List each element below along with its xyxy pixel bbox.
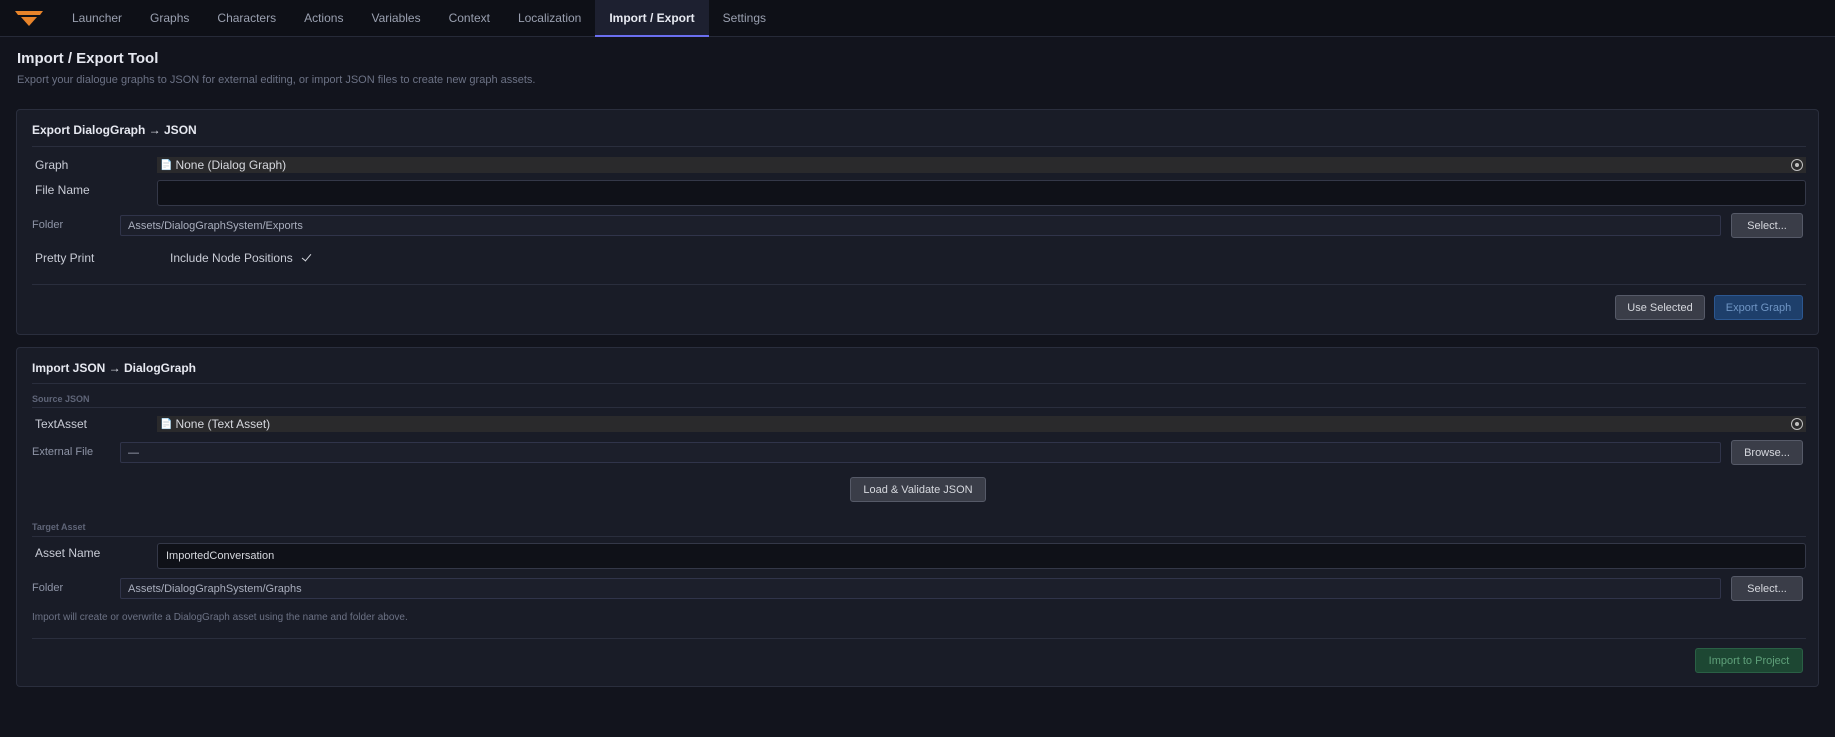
textasset-object-field[interactable]: 📄 None (Text Asset) (157, 416, 1806, 432)
export-panel-title: Export DialogGraph → JSON (32, 123, 197, 137)
pretty-print-label: Pretty Print (35, 251, 95, 265)
tab-graphs[interactable]: Graphs (136, 0, 203, 36)
graph-label: Graph (35, 158, 69, 172)
tab-localization[interactable]: Localization (504, 0, 595, 36)
textasset-object-value: None (Text Asset) (175, 417, 271, 431)
export-graph-button[interactable]: Export Graph (1714, 295, 1803, 320)
document-icon: 📄 (160, 418, 173, 430)
page-title: Import / Export Tool (17, 50, 159, 67)
include-node-positions-toggle[interactable]: Include Node Positions (170, 251, 312, 265)
divider (32, 638, 1806, 639)
export-folder-select-button[interactable]: Select... (1731, 213, 1803, 238)
top-nav-bar: Launcher Graphs Characters Actions Varia… (0, 0, 1835, 37)
tab-variables[interactable]: Variables (357, 0, 434, 36)
export-folder-label: Folder (32, 219, 64, 231)
tab-context[interactable]: Context (435, 0, 504, 36)
divider (32, 407, 1806, 408)
import-panel-title: Import JSON → DialogGraph (32, 361, 197, 375)
include-node-positions-label: Include Node Positions (170, 251, 293, 265)
import-folder-field[interactable]: Assets/DialogGraphSystem/Graphs (120, 578, 1721, 599)
tab-actions[interactable]: Actions (290, 0, 357, 36)
external-file-label: External File (32, 446, 94, 458)
page-subtitle: Export your dialogue graphs to JSON for … (17, 74, 536, 86)
divider (32, 383, 1806, 384)
tab-launcher[interactable]: Launcher (58, 0, 136, 36)
external-file-field[interactable]: — (120, 442, 1721, 463)
load-validate-json-button[interactable]: Load & Validate JSON (850, 477, 986, 502)
divider (32, 536, 1806, 537)
import-folder-select-button[interactable]: Select... (1731, 576, 1803, 601)
tab-settings[interactable]: Settings (709, 0, 780, 36)
checkmark-icon[interactable] (301, 252, 312, 263)
browse-button[interactable]: Browse... (1731, 440, 1803, 465)
import-folder-label: Folder (32, 582, 64, 594)
divider (32, 146, 1806, 147)
graph-object-value: None (Dialog Graph) (175, 158, 287, 172)
tab-characters[interactable]: Characters (203, 0, 290, 36)
object-picker-icon[interactable] (1791, 159, 1803, 171)
textasset-label: TextAsset (35, 417, 88, 431)
document-icon: 📄 (160, 159, 173, 171)
file-name-label: File Name (35, 183, 90, 197)
app-logo-icon[interactable] (0, 0, 58, 36)
import-panel: Import JSON → DialogGraph Source JSON Te… (16, 347, 1819, 687)
export-folder-field[interactable]: Assets/DialogGraphSystem/Exports (120, 215, 1721, 236)
file-name-input[interactable] (157, 180, 1806, 206)
asset-name-label: Asset Name (35, 546, 101, 560)
divider (32, 284, 1806, 285)
graph-object-field[interactable]: 📄 None (Dialog Graph) (157, 157, 1806, 173)
tab-import-export[interactable]: Import / Export (595, 0, 710, 37)
export-panel: Export DialogGraph → JSON Graph 📄 None (… (16, 109, 1819, 335)
import-to-project-button[interactable]: Import to Project (1695, 648, 1803, 673)
use-selected-button[interactable]: Use Selected (1615, 295, 1705, 320)
asset-name-input[interactable]: ImportedConversation (157, 543, 1806, 569)
target-asset-section-label: Target Asset (32, 522, 86, 532)
object-picker-icon[interactable] (1791, 418, 1803, 430)
import-note: Import will create or overwrite a Dialog… (32, 612, 408, 623)
source-json-section-label: Source JSON (32, 394, 90, 404)
